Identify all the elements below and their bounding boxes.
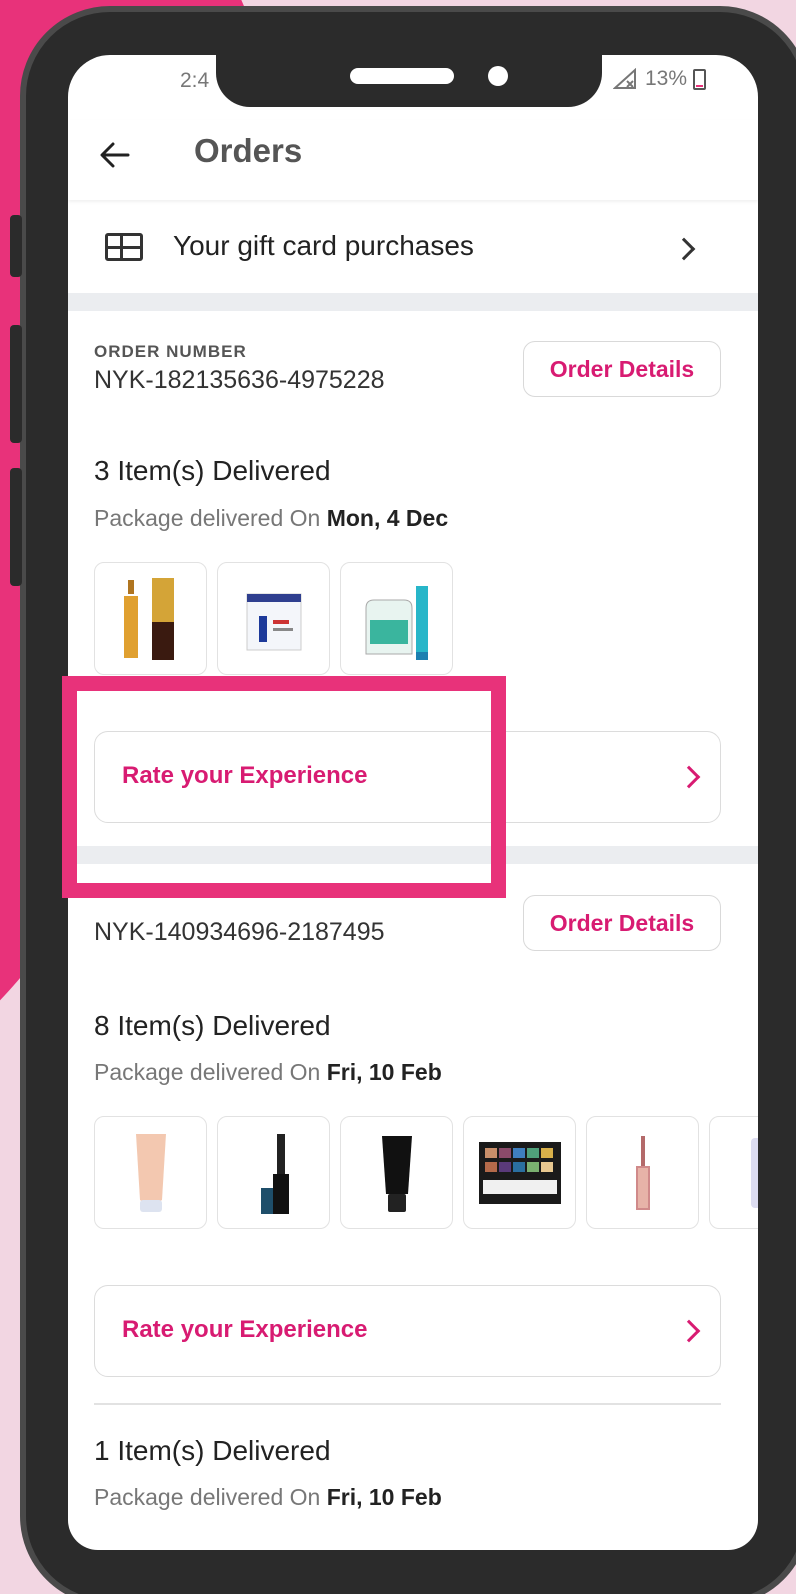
app-header: Orders xyxy=(68,120,758,200)
phone-side-button xyxy=(10,468,22,586)
camera-notch xyxy=(216,55,602,107)
product-thumbnail[interactable] xyxy=(340,1116,453,1229)
product-thumbnail[interactable] xyxy=(217,1116,330,1229)
product-thumbnail[interactable] xyxy=(463,1116,576,1229)
gift-card-purchases-row[interactable]: Your gift card purchases xyxy=(68,203,758,293)
delivered-prefix: Package delivered On xyxy=(94,505,321,531)
product-thumbnails xyxy=(94,562,453,675)
battery-percent: 13% xyxy=(644,67,687,90)
signal-icon xyxy=(612,68,636,89)
product-thumbnail[interactable] xyxy=(709,1116,758,1229)
partial-product-icon xyxy=(750,1137,758,1208)
delivered-subtitle: Package delivered On Mon, 4 Dec xyxy=(94,505,448,532)
order-details-button[interactable]: Order Details xyxy=(523,341,721,397)
delivered-title: 1 Item(s) Delivered xyxy=(94,1435,331,1466)
eyeshadow-palette-product-icon xyxy=(478,1141,561,1204)
product-thumbnail[interactable] xyxy=(217,562,330,675)
phone-side-button xyxy=(10,325,22,443)
product-thumbnail[interactable] xyxy=(94,1116,207,1229)
product-thumbnails xyxy=(94,1116,758,1229)
gift-card-icon xyxy=(105,233,143,261)
product-thumbnail[interactable] xyxy=(94,562,207,675)
divider xyxy=(94,1403,721,1405)
camera-dot xyxy=(488,66,508,86)
lip-gloss-product-icon xyxy=(635,1135,650,1210)
page-title: Orders xyxy=(194,132,303,169)
gift-card-label: Your gift card purchases xyxy=(173,230,474,261)
chevron-right-icon xyxy=(677,765,701,789)
speaker-grille xyxy=(350,68,454,84)
delivered-title: 3 Item(s) Delivered xyxy=(94,455,331,486)
status-right: 13% xyxy=(612,67,706,91)
rate-experience-label: Rate your Experience xyxy=(122,1316,368,1343)
chevron-right-icon xyxy=(677,1319,701,1343)
face-wash-product-icon xyxy=(365,585,428,660)
cream-tube-product-icon xyxy=(135,1133,166,1212)
delivered-subtitle: Package delivered On Fri, 10 Feb xyxy=(94,1059,442,1086)
product-thumbnail[interactable] xyxy=(586,1116,699,1229)
hair-serum-product-icon xyxy=(123,577,174,660)
back-arrow-icon[interactable] xyxy=(98,138,132,172)
battery-icon xyxy=(693,68,706,90)
order-number-label: ORDER NUMBER xyxy=(94,342,247,361)
chevron-right-icon xyxy=(672,237,696,261)
moisturizer-box-product-icon xyxy=(246,593,301,650)
eyeliner-product-icon xyxy=(260,1133,289,1214)
rate-experience-button[interactable]: Rate your Experience xyxy=(94,1285,721,1377)
section-separator xyxy=(68,293,758,311)
delivered-prefix: Package delivered On xyxy=(94,1059,321,1085)
delivered-date: Mon, 4 Dec xyxy=(326,505,449,531)
delivered-title: 8 Item(s) Delivered xyxy=(94,1010,331,1041)
delivered-prefix: Package delivered On xyxy=(94,1484,321,1510)
delivered-date: Fri, 10 Feb xyxy=(326,1059,442,1085)
order-details-button[interactable]: Order Details xyxy=(523,895,721,951)
order-number: NYK-182135636-4975228 xyxy=(94,366,385,394)
product-thumbnail[interactable] xyxy=(340,562,453,675)
black-tube-product-icon xyxy=(381,1135,412,1212)
delivered-subtitle: Package delivered On Fri, 10 Feb xyxy=(94,1484,442,1511)
delivered-date: Fri, 10 Feb xyxy=(326,1484,442,1510)
phone-side-button xyxy=(10,215,22,277)
order-number: NYK-140934696-2187495 xyxy=(94,918,385,946)
status-time: 2:4 xyxy=(180,69,210,92)
highlight-box xyxy=(62,676,506,898)
